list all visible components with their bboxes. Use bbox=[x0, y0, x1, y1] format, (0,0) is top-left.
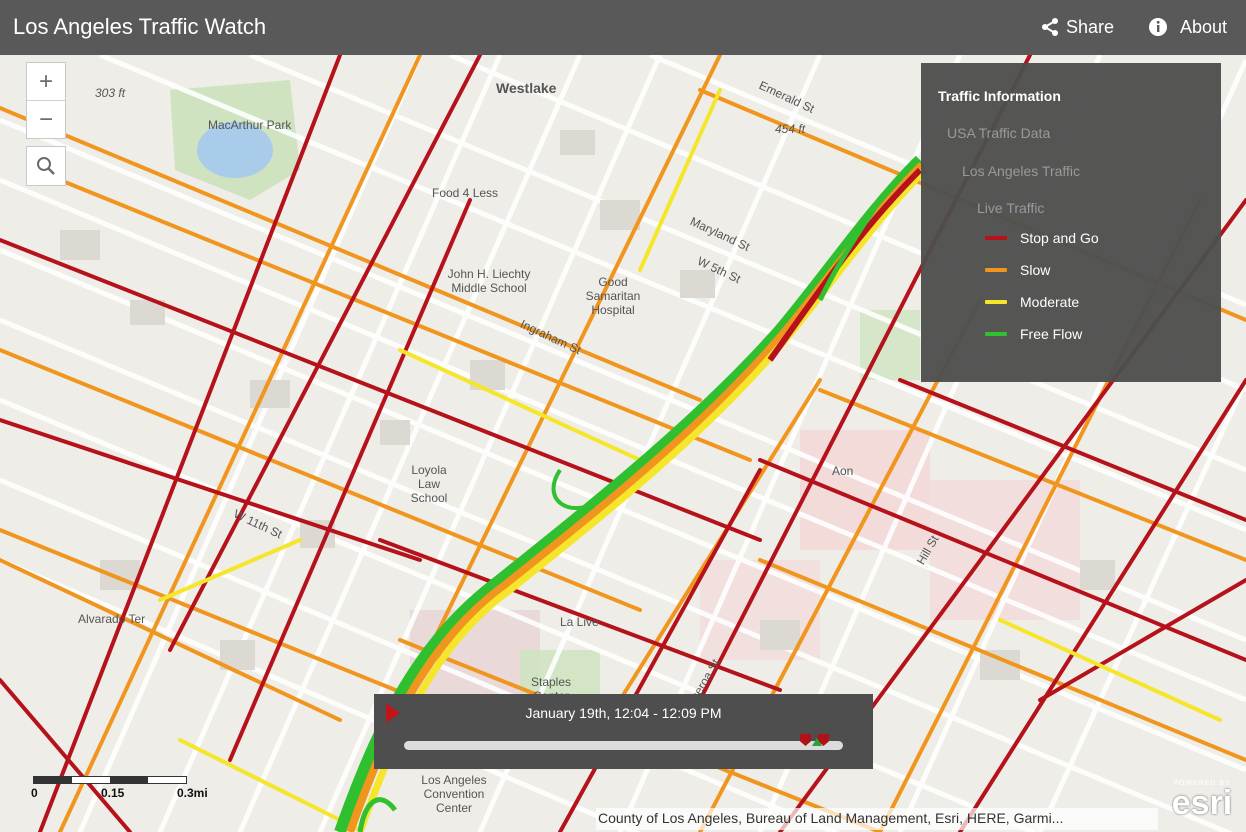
legend-label: Moderate bbox=[1020, 294, 1080, 310]
map-label-westlake: Westlake bbox=[496, 80, 557, 96]
map-label-loyola: Loyola Law School bbox=[410, 463, 448, 505]
esri-wordmark: esri bbox=[1171, 784, 1233, 822]
time-slider-current-marker bbox=[812, 738, 822, 746]
search-button[interactable] bbox=[26, 146, 66, 186]
legend-layer-la[interactable]: Los Angeles Traffic bbox=[962, 163, 1080, 179]
legend-item-slow: Slow bbox=[985, 262, 1050, 278]
scale-label-0: 0 bbox=[31, 786, 38, 800]
share-icon bbox=[1042, 18, 1058, 36]
legend-swatch-orange bbox=[985, 268, 1007, 272]
map-label-lalive: La Live bbox=[560, 615, 599, 629]
about-button[interactable]: About bbox=[1148, 14, 1227, 40]
map-label-liechty: John H. Liechty Middle School bbox=[447, 267, 531, 295]
legend-layer-live[interactable]: Live Traffic bbox=[977, 200, 1044, 216]
legend-label: Slow bbox=[1020, 262, 1051, 278]
esri-logo[interactable]: POWERED BY esri bbox=[1166, 780, 1238, 822]
legend-swatch-red bbox=[985, 236, 1007, 240]
map-label-elevation-454: 454 ft bbox=[775, 122, 806, 136]
time-range-label: January 19th, 12:04 - 12:09 PM bbox=[525, 705, 722, 721]
legend-layer-usa[interactable]: USA Traffic Data bbox=[947, 125, 1050, 141]
zoom-in-button[interactable]: + bbox=[27, 63, 65, 100]
zoom-controls: + − bbox=[26, 62, 66, 139]
app-header: Los Angeles Traffic Watch Share About bbox=[0, 0, 1246, 55]
traffic-legend-panel: Traffic Information USA Traffic Data Los… bbox=[921, 63, 1221, 382]
map-label-elevation-303: 303 ft bbox=[95, 86, 126, 100]
legend-swatch-yellow bbox=[985, 300, 1007, 304]
scale-label-mid: 0.15 bbox=[101, 786, 125, 800]
share-label: Share bbox=[1066, 17, 1115, 37]
scale-label-end: 0.3mi bbox=[177, 786, 208, 800]
info-icon bbox=[1149, 18, 1167, 36]
legend-label: Free Flow bbox=[1020, 326, 1083, 342]
time-slider-panel: January 19th, 12:04 - 12:09 PM bbox=[374, 694, 873, 769]
map-label-alvarado: Alvarado Ter bbox=[78, 612, 146, 626]
map-label-aon: Aon bbox=[832, 464, 854, 478]
map-label-hospital: Good Samaritan Hospital bbox=[585, 275, 641, 317]
zoom-out-button[interactable]: − bbox=[27, 100, 65, 138]
legend-label: Stop and Go bbox=[1020, 230, 1099, 246]
map-label-park: MacArthur Park bbox=[208, 118, 292, 132]
legend-swatch-green bbox=[985, 332, 1007, 336]
about-label: About bbox=[1180, 17, 1228, 37]
legend-item-moderate: Moderate bbox=[985, 294, 1079, 310]
legend-item-stop-and-go: Stop and Go bbox=[985, 230, 1099, 246]
legend-item-free-flow: Free Flow bbox=[985, 326, 1082, 342]
share-button[interactable]: Share bbox=[1040, 14, 1114, 40]
legend-title: Traffic Information bbox=[938, 88, 1061, 104]
app-title: Los Angeles Traffic Watch bbox=[13, 14, 267, 39]
map-label-food4less: Food 4 Less bbox=[432, 186, 499, 200]
search-icon bbox=[37, 157, 55, 175]
scale-bar bbox=[33, 776, 187, 784]
map-label-convention: Los Angeles Convention Center bbox=[421, 773, 487, 815]
map-attribution: County of Los Angeles, Bureau of Land Ma… bbox=[596, 808, 1158, 830]
time-slider-track[interactable] bbox=[404, 741, 843, 750]
